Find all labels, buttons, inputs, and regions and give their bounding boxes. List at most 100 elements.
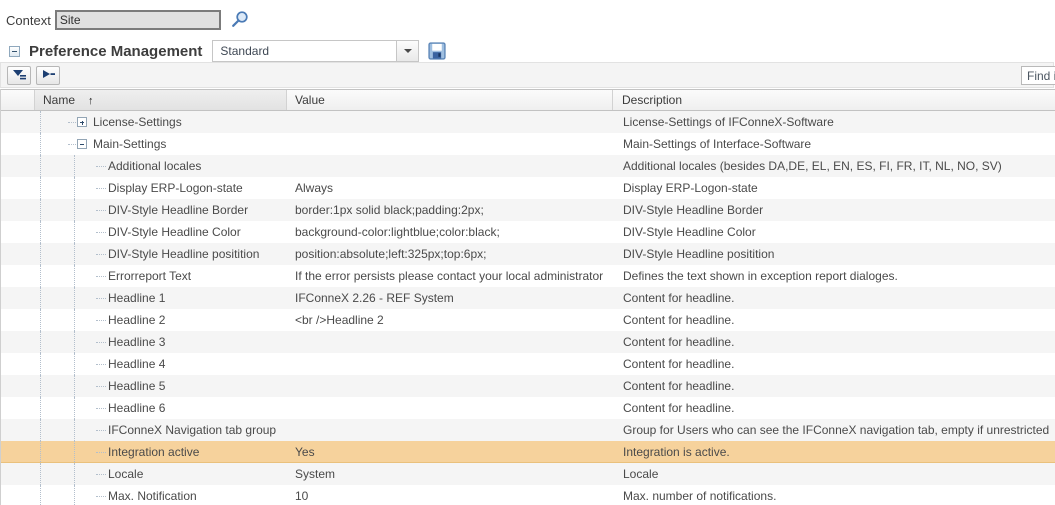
tree-guide-line (40, 419, 41, 441)
value-cell: 10 (287, 485, 614, 505)
name-cell: IFConneX Navigation tab group (1, 419, 287, 441)
collapse-icon[interactable] (77, 139, 87, 149)
table-row[interactable]: Main-SettingsMain-Settings of Interface-… (1, 133, 1055, 155)
table-row[interactable]: DIV-Style Headline Borderborder:1px soli… (1, 199, 1055, 221)
description-cell: Integration is active. (614, 441, 1055, 462)
value-cell (287, 397, 614, 419)
description-cell: Display ERP-Logon-state (614, 177, 1055, 199)
tree-guide-line (40, 441, 41, 462)
column-header-value[interactable]: Value (287, 90, 613, 110)
name-cell: Headline 4 (1, 353, 287, 375)
value-cell (287, 133, 614, 155)
table-row[interactable]: IFConneX Navigation tab group Group for U… (1, 419, 1055, 441)
tree-guide-stub (96, 364, 106, 365)
table-row[interactable]: Integration activeYesIntegration is acti… (1, 441, 1055, 463)
description-cell: DIV-Style Headline positition (614, 243, 1055, 265)
page-title: Preference Management (29, 43, 202, 60)
tree-guide-stub (96, 166, 106, 167)
sort-asc-icon: ↑ (88, 95, 94, 107)
preference-name: Headline 5 (1, 375, 287, 397)
preference-name: Headline 3 (1, 331, 287, 353)
value-cell (287, 353, 614, 375)
table-row[interactable]: Headline 6Content for headline. (1, 397, 1055, 419)
tree-guide-line (40, 111, 41, 133)
column-header-description[interactable]: Description (613, 90, 1055, 110)
name-cell: Errorreport Text (1, 265, 287, 287)
table-row[interactable]: Max. Notification10Max. number of notifi… (1, 485, 1055, 505)
table-row[interactable]: Headline 1IFConneX 2.26 - REF SystemCont… (1, 287, 1055, 309)
collapse-section-icon[interactable] (9, 46, 20, 57)
expand-icon[interactable] (77, 117, 87, 127)
table-row[interactable]: License-SettingsLicense-Settings of IFCo… (1, 111, 1055, 133)
tree-guide-line (74, 441, 75, 462)
save-button[interactable] (428, 42, 446, 60)
context-input[interactable] (55, 10, 221, 30)
tree-guide-line (74, 419, 75, 441)
tree-guide-line (40, 485, 41, 505)
expand-node-button[interactable] (36, 66, 60, 85)
combobox-dropdown-button[interactable] (396, 41, 418, 61)
preset-combobox-value: Standard (213, 41, 396, 61)
tree-guide-line (40, 375, 41, 397)
tree-guide-stub (96, 342, 106, 343)
name-cell: License-Settings (1, 111, 287, 133)
name-cell: Display ERP-Logon-state (1, 177, 287, 199)
tree-guide-stub (96, 254, 106, 255)
description-cell: Locale (614, 463, 1055, 485)
tree-guide-stub (96, 452, 106, 453)
preset-combobox[interactable]: Standard (212, 40, 419, 62)
tree-guide-line (74, 375, 75, 397)
magnifier-icon (230, 18, 250, 33)
description-cell: Max. number of notifications. (614, 485, 1055, 505)
name-cell: Headline 1 (1, 287, 287, 309)
table-row[interactable]: Errorreport TextIf the error persists pl… (1, 265, 1055, 287)
table-row[interactable]: Headline 4Content for headline. (1, 353, 1055, 375)
table-row[interactable]: Additional localesAdditional locales (be… (1, 155, 1055, 177)
preference-name: DIV-Style Headline Color (1, 221, 287, 243)
table-row[interactable]: Display ERP-Logon-stateAlwaysDisplay ERP… (1, 177, 1055, 199)
preference-header: Preference Management Standard (9, 40, 446, 62)
name-cell: Main-Settings (1, 133, 287, 155)
table-row[interactable]: LocaleSystemLocale (1, 463, 1055, 485)
tree-guide-line (74, 287, 75, 309)
tree-guide-line (74, 397, 75, 419)
table-row[interactable]: Headline 3Content for headline. (1, 331, 1055, 353)
description-cell: Defines the text shown in exception repo… (614, 265, 1055, 287)
tree-guide-line (74, 463, 75, 485)
table-row[interactable]: DIV-Style Headline posititionposition:ab… (1, 243, 1055, 265)
tree-guide-line (40, 331, 41, 353)
tree-guide-stub (68, 144, 76, 145)
preference-name: IFConneX Navigation tab group (1, 419, 287, 441)
description-cell: DIV-Style Headline Border (614, 199, 1055, 221)
name-cell: Headline 5 (1, 375, 287, 397)
preference-name: License-Settings (1, 111, 287, 133)
name-cell: Integration active (1, 441, 287, 462)
tree-guide-line (74, 155, 75, 177)
tree-guide-stub (96, 188, 106, 189)
preference-name: DIV-Style Headline positition (1, 243, 287, 265)
tree-guide-line (74, 177, 75, 199)
tree-guide-stub (96, 276, 106, 277)
search-button[interactable] (230, 10, 250, 30)
tree-guide-line (40, 463, 41, 485)
name-cell: Additional locales (1, 155, 287, 177)
column-header-name[interactable]: Name↑ (35, 90, 287, 110)
collapse-all-button[interactable] (7, 66, 31, 85)
triangle-down-lines-icon (12, 68, 27, 83)
name-cell: Max. Notification (1, 485, 287, 505)
table-row[interactable]: Headline 2<br />Headline 2Content for he… (1, 309, 1055, 331)
table-row[interactable]: DIV-Style Headline Colorbackground-color… (1, 221, 1055, 243)
table-row[interactable]: Headline 5Content for headline. (1, 375, 1055, 397)
tree-guide-line (40, 155, 41, 177)
value-cell: IFConneX 2.26 - REF System (287, 287, 614, 309)
tree-guide-stub (96, 386, 106, 387)
name-cell: Locale (1, 463, 287, 485)
chevron-down-icon (404, 49, 412, 53)
tree-guide-stub (96, 320, 106, 321)
description-cell: Group for Users who can see the IFConneX… (614, 419, 1055, 441)
tree-guide-stub (96, 210, 106, 211)
tree-guide-line (40, 265, 41, 287)
description-cell: Content for headline. (614, 397, 1055, 419)
tree-guide-line (74, 221, 75, 243)
find-input[interactable] (1021, 66, 1055, 85)
